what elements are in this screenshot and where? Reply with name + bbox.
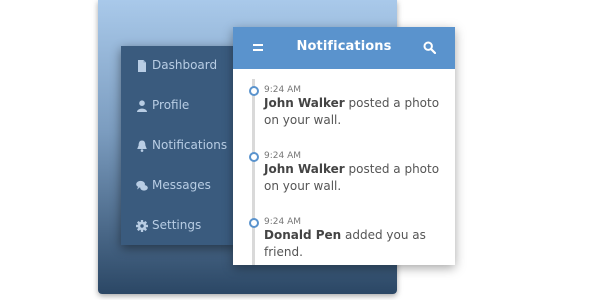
notification-item[interactable]: 9:24 AM Donald Pen added you as friend. xyxy=(233,217,455,267)
sidebar-item-label: Notifications xyxy=(152,138,228,152)
timeline-dot xyxy=(249,152,259,162)
gear-icon xyxy=(136,220,148,232)
sidebar-item-messages[interactable]: Messages xyxy=(121,166,237,206)
notification-item[interactable]: 9:24 AM John Walker posted a photo on yo… xyxy=(233,85,455,135)
file-icon xyxy=(138,60,146,72)
notification-message: John Walker posted a photo on your wall. xyxy=(264,161,449,195)
bell-icon xyxy=(137,140,147,152)
notifications-header: Notifications xyxy=(233,27,455,69)
notifications-title: Notifications xyxy=(296,39,392,54)
notification-message: John Walker posted a photo on your wall. xyxy=(264,95,449,129)
notification-message: Donald Pen added you as friend. xyxy=(264,227,449,261)
sidebar-item-settings[interactable]: Settings xyxy=(121,206,237,246)
notification-item[interactable]: 9:24 AM John Walker posted a photo on yo… xyxy=(233,151,455,201)
sidebar-item-label: Settings xyxy=(152,218,202,232)
sidebar: Dashboard Profile Notifications Messages xyxy=(121,46,237,245)
sidebar-item-label: Profile xyxy=(152,98,190,112)
notification-user: John Walker xyxy=(264,96,345,110)
notification-user: Donald Pen xyxy=(264,228,342,242)
chat-icon xyxy=(136,180,148,191)
notification-time: 9:24 AM xyxy=(264,151,301,161)
notifications-panel: Notifications 9:24 AM John Walker posted… xyxy=(233,27,455,265)
notification-time: 9:24 AM xyxy=(264,85,301,95)
sidebar-item-label: Messages xyxy=(152,178,211,192)
search-icon[interactable] xyxy=(423,41,436,54)
timeline-dot xyxy=(249,86,259,96)
sidebar-item-label: Dashboard xyxy=(152,58,218,72)
notification-time: 9:24 AM xyxy=(264,217,301,227)
sidebar-item-dashboard[interactable]: Dashboard xyxy=(121,46,237,86)
sidebar-item-profile[interactable]: Profile xyxy=(121,86,237,126)
user-icon xyxy=(137,100,147,112)
notification-user: John Walker xyxy=(264,162,345,176)
timeline-dot xyxy=(249,218,259,228)
sidebar-item-notifications[interactable]: Notifications xyxy=(121,126,237,166)
